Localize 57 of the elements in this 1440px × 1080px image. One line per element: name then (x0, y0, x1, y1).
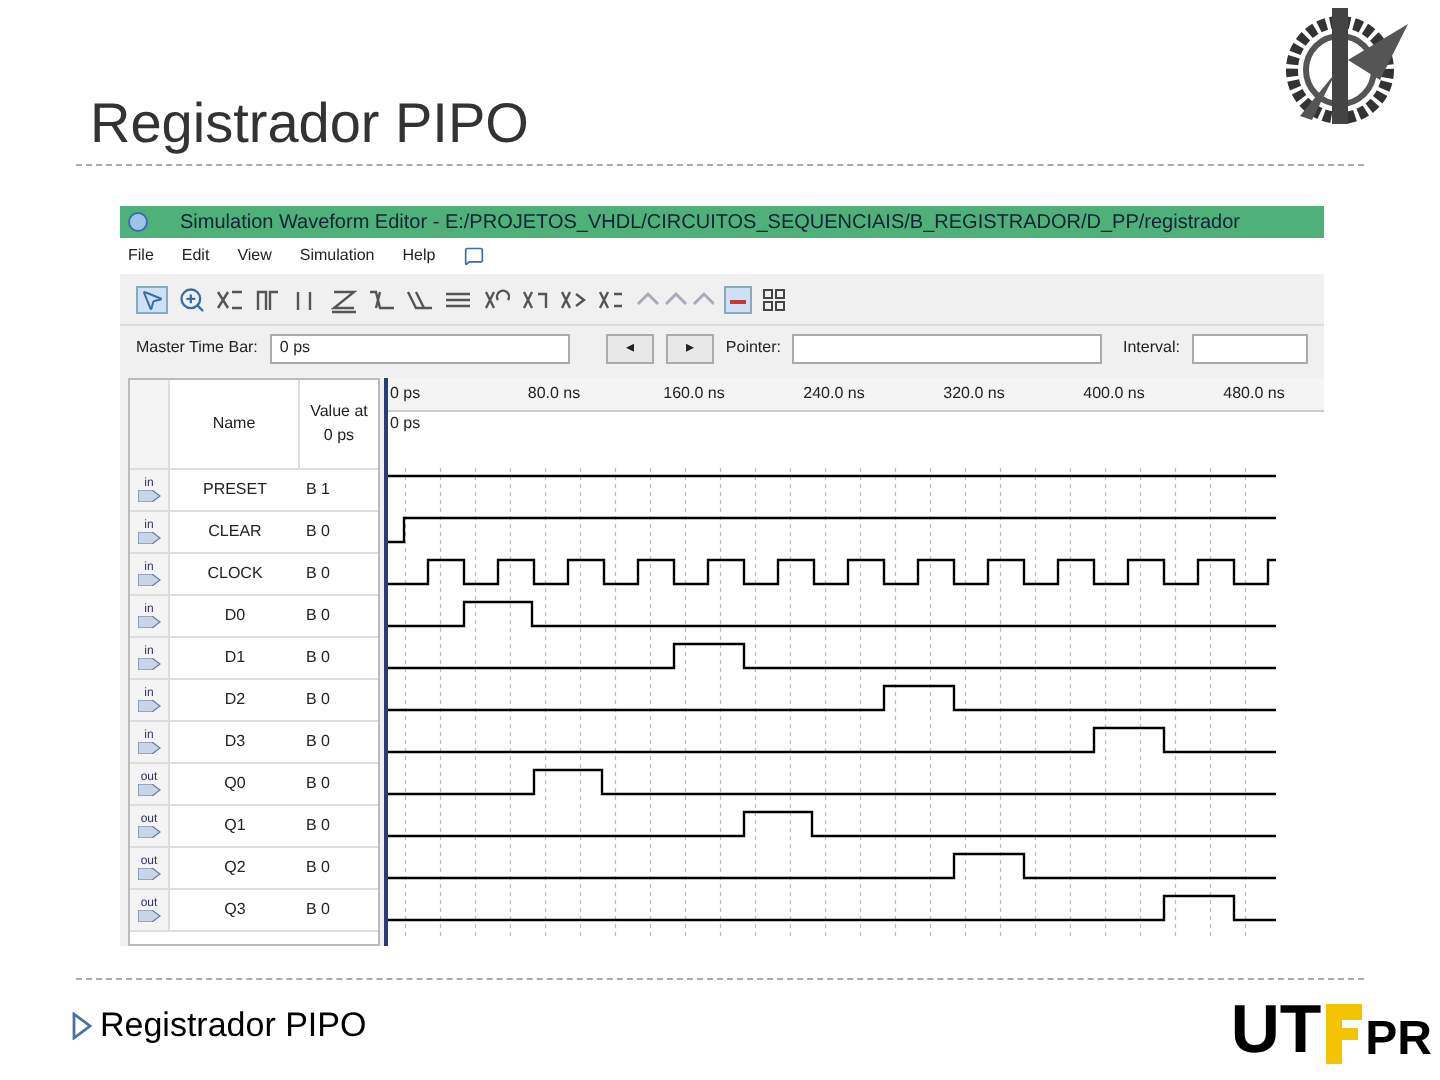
signal-name: Q1 (222, 814, 248, 838)
cursor-time-label: 0 ps (388, 414, 421, 432)
time-tick-label: 400.0 ns (1081, 382, 1147, 406)
chat-icon[interactable] (463, 246, 484, 266)
signal-name: D2 (222, 688, 248, 712)
zoom-icon[interactable] (178, 285, 206, 313)
signal-name: Q0 (222, 772, 248, 796)
signal-value: B 0 (304, 562, 331, 586)
signal-name: CLEAR (206, 520, 264, 544)
pointer-label: Pointer: (725, 336, 781, 360)
signal-name: Q3 (222, 898, 248, 922)
slide-title: Registrador PIPO (90, 96, 529, 152)
waveform-view-button[interactable] (724, 285, 752, 313)
menu-item[interactable]: Help (402, 244, 436, 268)
signal-name: Q2 (222, 856, 248, 880)
signal-name: D1 (222, 646, 248, 670)
column-header[interactable]: Name (170, 380, 300, 468)
time-tick-label: 160.0 ns (661, 382, 727, 406)
slide-caption: Registrador PIPO (100, 1004, 367, 1049)
menu-item[interactable]: Edit (181, 244, 210, 268)
menu-item[interactable]: Simulation (299, 244, 375, 268)
letter-f-block-icon (1325, 1004, 1362, 1064)
time-tick-label: 0 ps (388, 382, 423, 406)
menu-item[interactable]: File (128, 244, 154, 268)
signal-value: B 0 (304, 898, 331, 922)
pointer-field[interactable] (792, 333, 1103, 363)
signal-value: B 0 (304, 604, 331, 628)
select-tool-button[interactable] (136, 285, 168, 313)
window-title: Simulation Waveform Editor - E:/PROJETOS_VHDL/CIRCUITOS_SEQUENCIAIS/B_REGISTRADOR/D_PP/registrador (180, 209, 1240, 237)
grid-icon[interactable] (762, 287, 786, 311)
time-tick-label: 320.0 ns (941, 382, 1007, 406)
time-tick-label: 80.0 ns (525, 382, 583, 406)
menu-item[interactable]: View (237, 244, 272, 268)
university-logo: UT PR (1230, 990, 1432, 1064)
triangle-bullet-icon (72, 1012, 92, 1040)
master-time-field[interactable]: 0 ps (269, 333, 570, 363)
app-icon (128, 212, 148, 232)
signal-value: B 0 (304, 814, 331, 838)
signal-value: B 0 (304, 646, 331, 670)
interval-label: Interval: (1122, 336, 1180, 360)
next-button[interactable]: ▸ (665, 333, 714, 363)
time-tick-label: 480.0 ns (1221, 382, 1287, 406)
signal-value: B 1 (304, 478, 331, 502)
signal-name: D0 (222, 604, 248, 628)
previous-button[interactable]: ◂ (605, 333, 654, 363)
signal-value: B 0 (304, 856, 331, 880)
interval-field[interactable] (1191, 333, 1308, 363)
signal-value: B 0 (304, 730, 331, 754)
time-tick-label: 240.0 ns (801, 382, 867, 406)
signal-value: B 0 (304, 520, 331, 544)
master-time-bar-label: Master Time Bar: (136, 336, 258, 360)
signal-name: CLOCK (205, 562, 265, 586)
signal-value: B 0 (304, 772, 331, 796)
column-header[interactable]: Value at 0 ps (300, 380, 378, 468)
signal-name: PRESET (200, 478, 269, 502)
signal-value: B 0 (304, 688, 331, 712)
signal-name: D3 (222, 730, 248, 754)
